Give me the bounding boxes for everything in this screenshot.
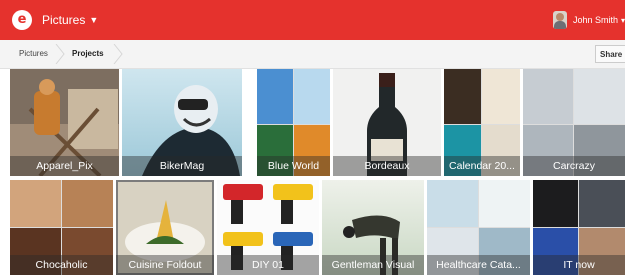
thumbnail-quadrant	[444, 69, 481, 124]
top-bar: e Pictures ▼ John Smith ▾	[0, 0, 625, 40]
project-tile-calendar[interactable]: Calendar 20...	[444, 69, 520, 176]
project-tile-cuisine-foldout[interactable]: Cuisine Foldout	[116, 180, 214, 275]
chevron-down-icon: ▼	[89, 15, 99, 25]
breadcrumb-item-projects[interactable]: Projects	[72, 40, 104, 68]
project-tile-diy-01[interactable]: DIY 01	[217, 180, 319, 275]
share-button[interactable]: Share	[595, 45, 625, 63]
thumbnail-quadrant	[574, 69, 625, 124]
project-title: Healthcare Cata...	[427, 255, 530, 275]
avatar	[552, 11, 567, 29]
thumbnail-quadrant	[427, 180, 478, 227]
chevron-right-icon	[55, 44, 65, 64]
project-title: Cuisine Foldout	[116, 255, 214, 275]
thumbnail-quadrant	[10, 180, 61, 227]
project-tile-it-now[interactable]: IT now	[533, 180, 625, 275]
thumbnail-quadrant	[62, 180, 113, 227]
project-title: Blue World	[257, 156, 330, 176]
project-tile-apparel-pix[interactable]: Apparel_Pix	[10, 69, 119, 176]
brand-logo-icon[interactable]: e	[12, 10, 32, 30]
project-title: Carcrazy	[523, 156, 625, 176]
project-tile-chocaholic[interactable]: Chocaholic	[10, 180, 113, 275]
project-tile-bordeaux[interactable]: Bordeaux	[333, 69, 441, 176]
project-tile-healthcare[interactable]: Healthcare Cata...	[427, 180, 530, 275]
thumbnail-quadrant	[523, 69, 573, 124]
project-title: Calendar 20...	[444, 156, 520, 176]
breadcrumb: Pictures Projects Share	[0, 40, 625, 69]
project-tile-blue-world[interactable]: Blue World	[257, 69, 330, 176]
user-name: John Smith	[572, 15, 618, 25]
thumbnail-quadrant	[533, 180, 578, 227]
share-label: Share	[600, 50, 623, 59]
project-tile-carcrazy[interactable]: Carcrazy	[523, 69, 625, 176]
project-title: DIY 01	[217, 255, 319, 275]
project-title: IT now	[533, 255, 625, 275]
project-title: Apparel_Pix	[10, 156, 119, 176]
thumbnail-quadrant	[257, 69, 293, 124]
project-tile-gentleman-visual[interactable]: Gentleman Visual	[322, 180, 424, 275]
breadcrumb-item-pictures[interactable]: Pictures	[19, 40, 48, 68]
project-title: Bordeaux	[333, 156, 441, 176]
thumbnail-quadrant	[482, 69, 520, 124]
chevron-down-icon: ▾	[620, 15, 625, 25]
thumbnail-quadrant	[294, 69, 330, 124]
thumbnail-quadrant	[579, 180, 625, 227]
app-menu-button[interactable]: Pictures ▼	[42, 12, 98, 28]
project-title: BikerMag	[122, 156, 242, 176]
project-tile-bikermag[interactable]: BikerMag	[122, 69, 242, 176]
thumbnail-quadrant	[479, 180, 530, 227]
project-title: Chocaholic	[10, 255, 113, 275]
project-title: Gentleman Visual	[322, 255, 424, 275]
chevron-right-icon	[113, 44, 123, 64]
user-menu[interactable]: John Smith ▾	[552, 9, 625, 31]
app-menu-label: Pictures	[42, 13, 86, 27]
